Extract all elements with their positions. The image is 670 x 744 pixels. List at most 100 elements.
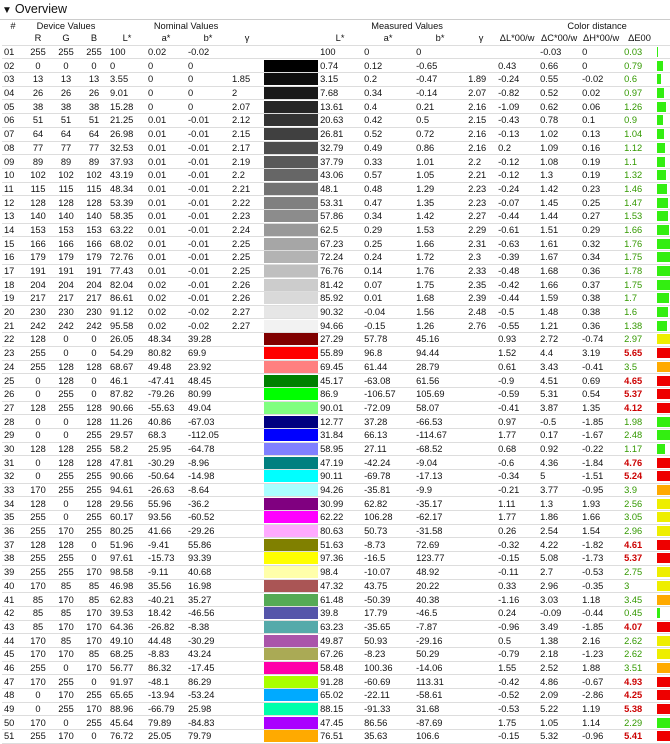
delta-e-bar xyxy=(656,141,670,155)
delta-e-bar-fill xyxy=(657,471,670,481)
delta-e-bar-fill xyxy=(657,74,661,84)
delta-e-bar xyxy=(656,730,670,744)
nominal-l: 91.97 xyxy=(108,675,146,689)
measured-l: 72.24 xyxy=(318,251,362,265)
swatch-fill xyxy=(264,210,318,222)
measured-b: 61.56 xyxy=(414,374,466,388)
swatch-fill xyxy=(264,703,318,715)
delta-e: 1.46 xyxy=(622,182,656,196)
color-swatch xyxy=(264,45,318,59)
nominal-l: 82.04 xyxy=(108,278,146,292)
delta-l: -0.44 xyxy=(496,292,538,306)
measured-l: 91.28 xyxy=(318,675,362,689)
measured-gamma xyxy=(466,716,496,730)
nominal-l: 29.56 xyxy=(108,497,146,511)
measured-l: 90.32 xyxy=(318,305,362,319)
delta-e-bar-fill xyxy=(657,362,670,372)
delta-h: 1.19 xyxy=(580,702,622,716)
row-index: 43 xyxy=(2,620,24,634)
delta-h: -1.82 xyxy=(580,538,622,552)
color-swatch xyxy=(264,456,318,470)
measured-b: 58.07 xyxy=(414,401,466,415)
device-b: 102 xyxy=(80,168,108,182)
row-index: 01 xyxy=(2,45,24,59)
nominal-gamma: 2.15 xyxy=(230,127,264,141)
table-row: 1820420420482.040.02-0.012.2681.420.071.… xyxy=(2,278,670,292)
swatch-fill xyxy=(264,594,318,606)
nominal-l: 26.05 xyxy=(108,333,146,347)
collapse-triangle-icon[interactable]: ▼ xyxy=(2,5,12,16)
measured-gamma xyxy=(466,538,496,552)
delta-e: 5.37 xyxy=(622,387,656,401)
row-index: 04 xyxy=(2,86,24,100)
measured-a: 0.24 xyxy=(362,251,414,265)
device-b: 242 xyxy=(80,319,108,333)
measured-a: -106.57 xyxy=(362,387,414,401)
row-index: 40 xyxy=(2,579,24,593)
row-index: 31 xyxy=(2,456,24,470)
col-header: b* xyxy=(414,32,466,45)
delta-e-bar xyxy=(656,155,670,169)
measured-a: -8.23 xyxy=(362,647,414,661)
color-swatch xyxy=(264,565,318,579)
color-swatch xyxy=(264,305,318,319)
nominal-l: 58.35 xyxy=(108,209,146,223)
delta-h: 0.69 xyxy=(580,374,622,388)
delta-e-bar xyxy=(656,182,670,196)
delta-e: 1.53 xyxy=(622,209,656,223)
device-g: 255 xyxy=(52,483,80,497)
measured-a: 0.34 xyxy=(362,86,414,100)
delta-c: 2.72 xyxy=(538,333,580,347)
delta-c: 1.59 xyxy=(538,292,580,306)
color-swatch xyxy=(264,689,318,703)
color-swatch xyxy=(264,442,318,456)
table-row: 221280026.0548.3439.2827.2957.7845.160.9… xyxy=(2,333,670,347)
color-swatch xyxy=(264,292,318,306)
measured-a: -0.04 xyxy=(362,305,414,319)
delta-e-bar-fill xyxy=(657,252,669,262)
delta-e-bar xyxy=(656,292,670,306)
device-g: 128 xyxy=(52,374,80,388)
swatch-fill xyxy=(264,169,318,181)
delta-e-bar-fill xyxy=(657,211,668,221)
nominal-b: -64.78 xyxy=(186,442,230,456)
delta-c: 1.66 xyxy=(538,278,580,292)
measured-b: 28.79 xyxy=(414,360,466,374)
delta-e-bar xyxy=(656,346,670,360)
nominal-b: -0.01 xyxy=(186,237,230,251)
color-swatch xyxy=(264,237,318,251)
table-row: 49025517088.96-66.7925.9888.15-91.3331.6… xyxy=(2,702,670,716)
device-g: 89 xyxy=(52,155,80,169)
measured-a: 0.2 xyxy=(362,73,414,87)
delta-h: 0.16 xyxy=(580,141,622,155)
color-swatch xyxy=(264,538,318,552)
delta-e: 1.75 xyxy=(622,278,656,292)
delta-e-bar xyxy=(656,114,670,128)
device-g: 242 xyxy=(52,319,80,333)
section-header[interactable]: ▼Overview xyxy=(0,0,670,20)
nominal-b: 25.98 xyxy=(186,702,230,716)
color-swatch xyxy=(264,168,318,182)
delta-e-bar-fill xyxy=(657,512,670,522)
nominal-gamma xyxy=(230,346,264,360)
nominal-b: -0.01 xyxy=(186,141,230,155)
row-index: 48 xyxy=(2,689,24,703)
delta-c: 3.87 xyxy=(538,401,580,415)
delta-l: 0.93 xyxy=(496,333,538,347)
measured-gamma xyxy=(466,620,496,634)
nominal-a: 0 xyxy=(146,86,186,100)
measured-a: 17.79 xyxy=(362,606,414,620)
measured-gamma: 2.2 xyxy=(466,155,496,169)
measured-gamma: 2.33 xyxy=(466,264,496,278)
delta-c: 4.36 xyxy=(538,456,580,470)
swatch-fill xyxy=(264,525,318,537)
delta-e-bar xyxy=(656,579,670,593)
delta-l: 0.68 xyxy=(496,442,538,456)
measured-l: 67.23 xyxy=(318,237,362,251)
delta-e-bar xyxy=(656,86,670,100)
delta-h: 0.34 xyxy=(580,251,622,265)
device-b: 0 xyxy=(80,346,108,360)
device-b: 255 xyxy=(80,716,108,730)
delta-l: 1.11 xyxy=(496,497,538,511)
delta-l: -0.13 xyxy=(496,127,538,141)
